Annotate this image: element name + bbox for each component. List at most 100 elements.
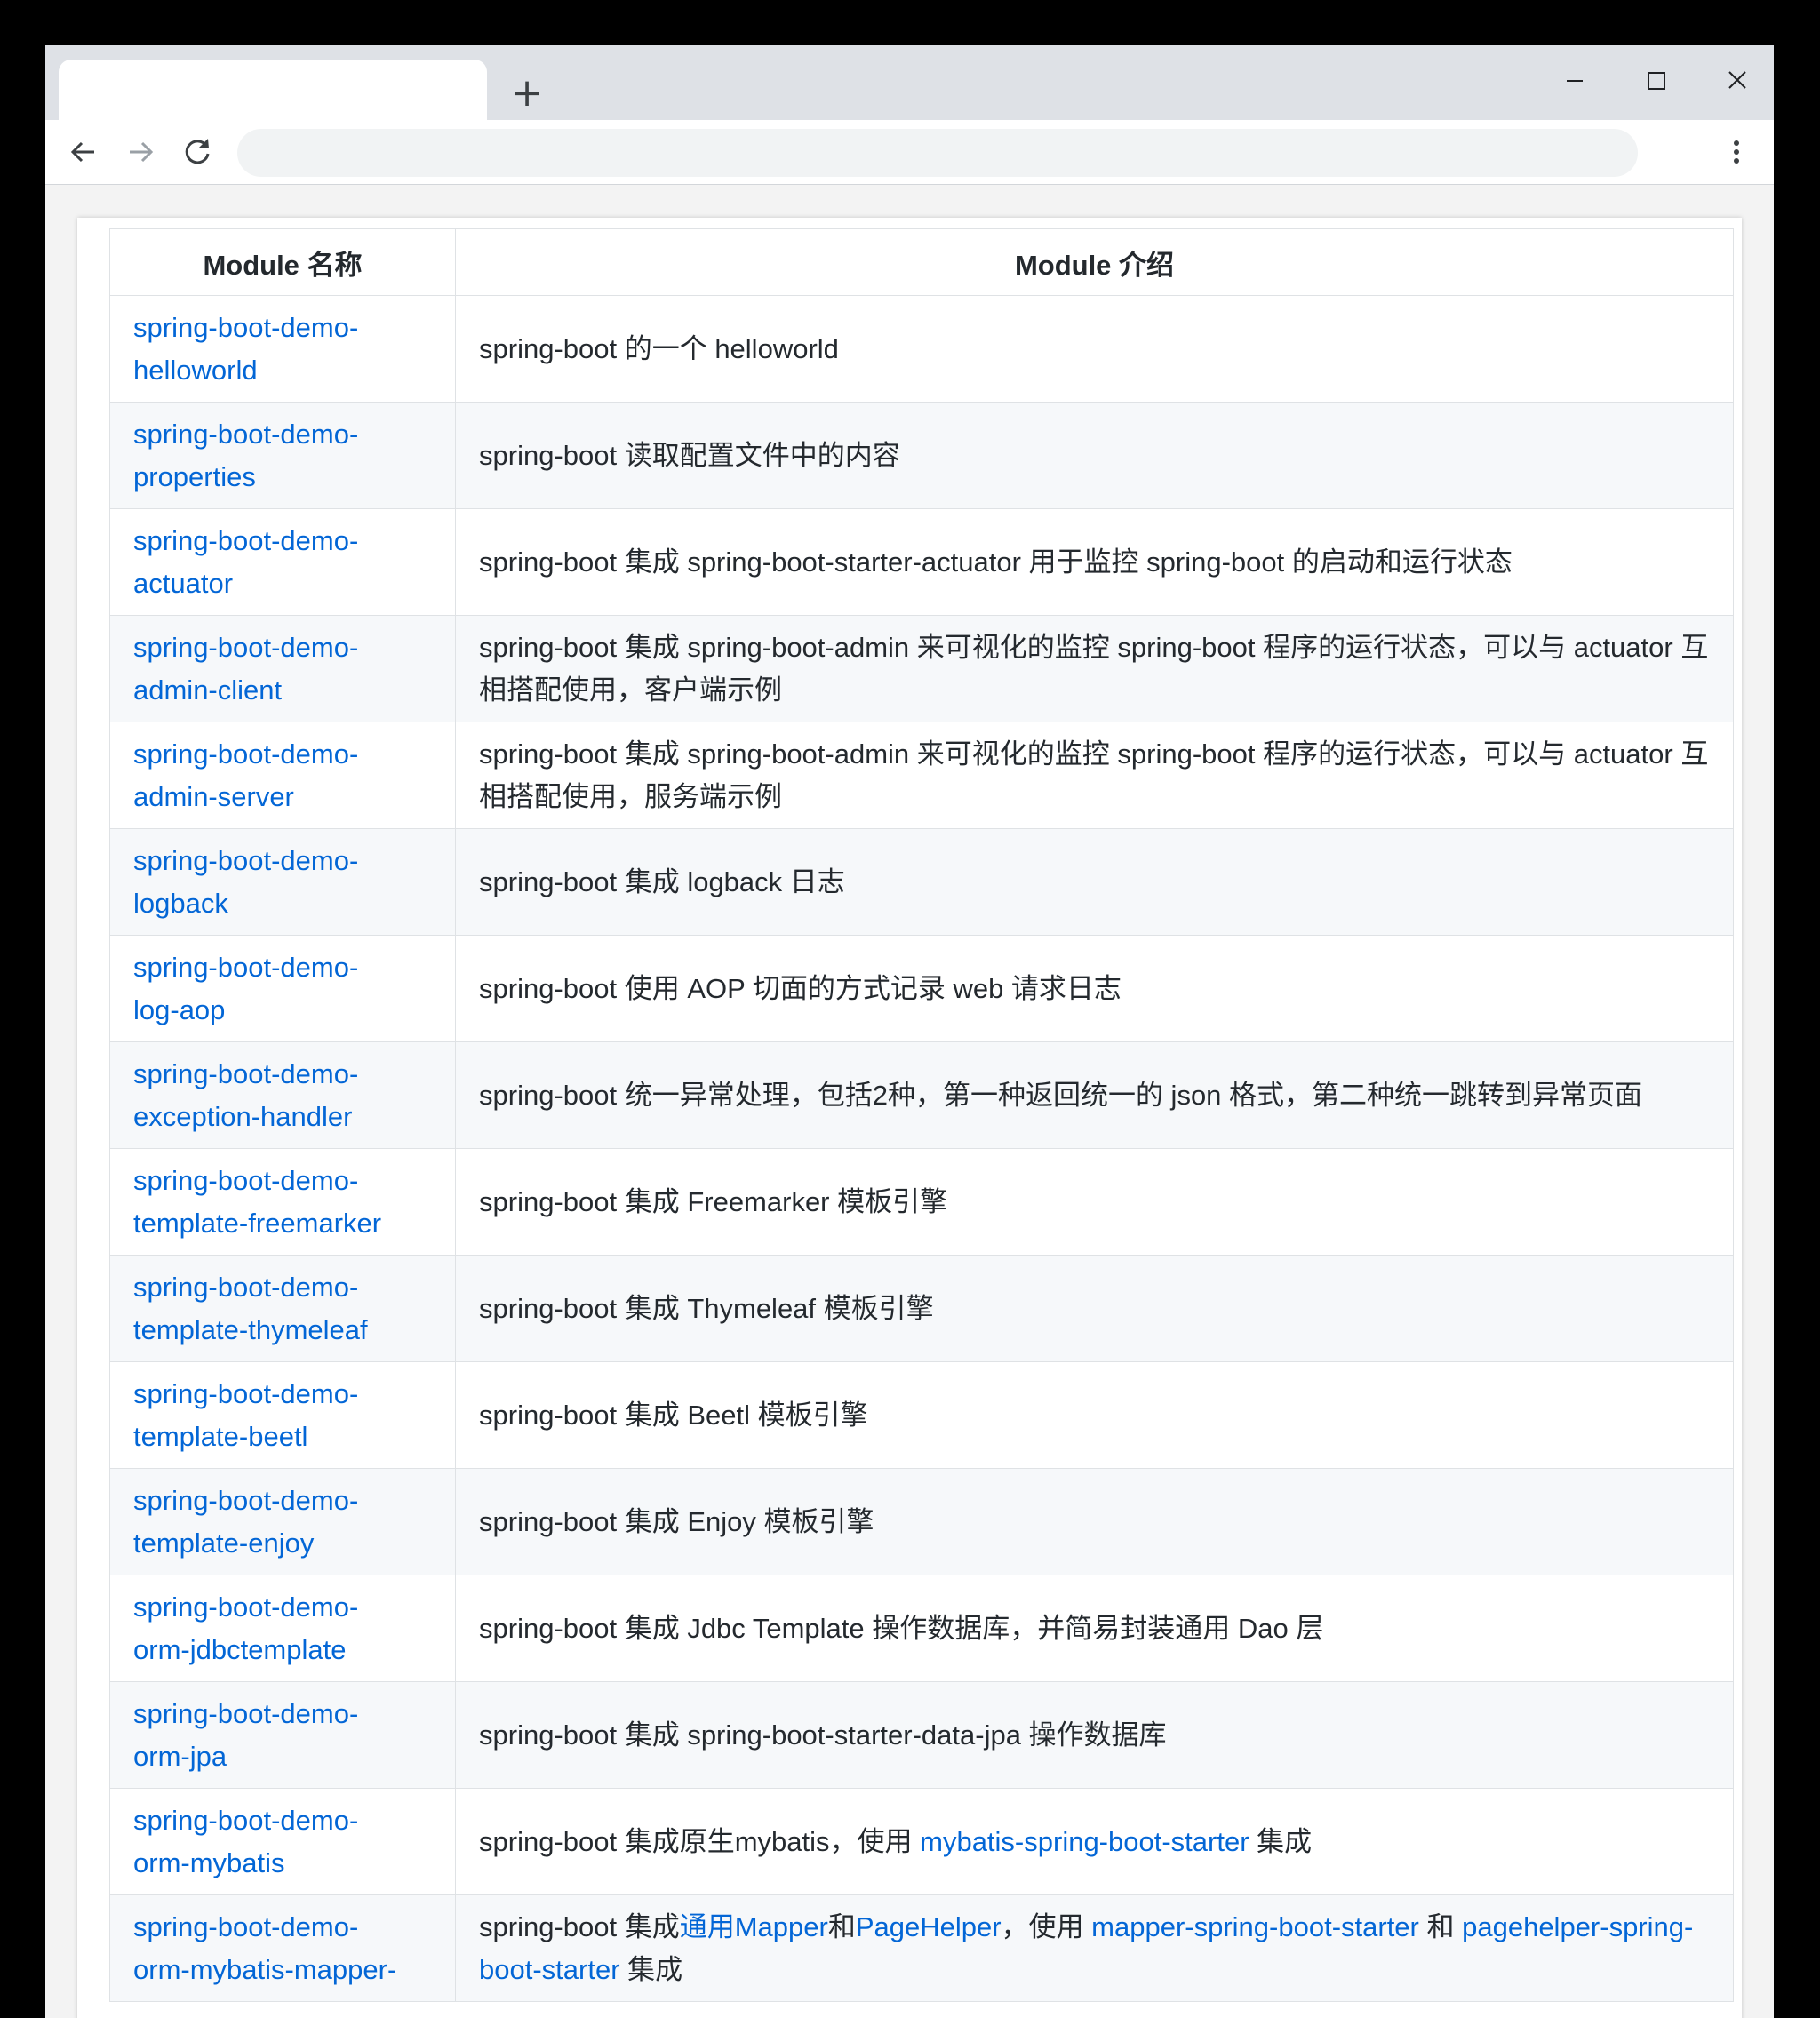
header-module-desc: Module 介绍 <box>455 228 1734 296</box>
desc-text: spring-boot 集成 spring-boot-admin 来可视化的监控… <box>479 738 1709 812</box>
module-link[interactable]: spring-boot-demo-template-enjoy <box>133 1485 358 1559</box>
module-link[interactable]: spring-boot-demo-admin-server <box>133 738 358 812</box>
module-desc-cell: spring-boot 的一个 helloworld <box>455 295 1734 403</box>
reload-icon <box>185 139 210 164</box>
browser-window: + Module 名称 Module 介绍 spring-boot-demo- … <box>45 45 1774 2018</box>
module-desc-cell: spring-boot 集成 spring-boot-starter-data-… <box>455 1681 1734 1789</box>
desc-text: spring-boot 集成 spring-boot-admin 来可视化的监控… <box>479 631 1709 706</box>
page-viewport: Module 名称 Module 介绍 spring-boot-demo-hel… <box>45 185 1774 2018</box>
module-link[interactable]: spring-boot-demo-admin-client <box>133 632 358 706</box>
module-name-cell: spring-boot-demo-orm-jdbctemplate <box>109 1575 456 1682</box>
back-button[interactable] <box>62 131 105 173</box>
module-link[interactable]: spring-boot-demo-orm-mybatis-mapper- <box>133 1911 396 1985</box>
desc-text: spring-boot 集成 Thymeleaf 模板引擎 <box>479 1292 934 1324</box>
kebab-menu-icon <box>1734 140 1739 164</box>
minimize-button[interactable] <box>1547 61 1600 100</box>
desc-text: spring-boot 集成 logback 日志 <box>479 865 845 897</box>
menu-button[interactable] <box>1715 131 1758 173</box>
maximize-icon <box>1648 72 1665 90</box>
module-link[interactable]: spring-boot-demo-logback <box>133 845 358 919</box>
new-tab-button[interactable]: + <box>504 70 550 116</box>
desc-text: spring-boot 集成 <box>479 1910 680 1942</box>
module-table: Module 名称 Module 介绍 spring-boot-demo-hel… <box>109 228 1734 2002</box>
maximize-button[interactable] <box>1629 61 1682 100</box>
module-desc-cell: spring-boot 集成 spring-boot-starter-actua… <box>455 508 1734 616</box>
module-name-cell: spring-boot-demo-template-enjoy <box>109 1468 456 1575</box>
table-row: spring-boot-demo-helloworld spring-boot 的… <box>109 295 1734 403</box>
module-link-line1: spring-boot-demo- <box>133 631 359 663</box>
module-link[interactable]: spring-boot-demo-exception-handler <box>133 1058 358 1132</box>
desc-link[interactable]: mybatis-spring-boot-starter <box>920 1826 1249 1857</box>
browser-tab[interactable] <box>59 60 487 120</box>
module-link[interactable]: spring-boot-demo-orm-jpa <box>133 1698 358 1772</box>
module-desc-cell: spring-boot 集成 Jdbc Template 操作数据库，并简易封装… <box>455 1575 1734 1682</box>
forward-button[interactable] <box>119 131 162 173</box>
module-link-line1: spring-boot-demo- <box>133 951 359 983</box>
module-link-line2: template-freemarker <box>133 1207 382 1239</box>
minimize-icon <box>1567 80 1583 82</box>
module-link[interactable]: spring-boot-demo-orm-mybatis <box>133 1805 358 1878</box>
module-link[interactable]: spring-boot-demo-actuator <box>133 525 358 599</box>
address-bar[interactable] <box>237 129 1638 177</box>
module-link[interactable]: spring-boot-demo-template-beetl <box>133 1378 358 1452</box>
tab-strip: + <box>45 45 1774 120</box>
module-link-line1: spring-boot-demo- <box>133 1271 359 1303</box>
module-desc-cell: spring-boot 集成 Beetl 模板引擎 <box>455 1361 1734 1469</box>
module-link-line2: template-beetl <box>133 1420 308 1452</box>
module-name-cell: spring-boot-demo-helloworld <box>109 295 456 403</box>
module-link[interactable]: spring-boot-demo-orm-jdbctemplate <box>133 1591 358 1665</box>
module-link-line2: orm-jdbctemplate <box>133 1633 347 1665</box>
desc-text: ，使用 <box>1001 1910 1092 1942</box>
module-desc-cell: spring-boot 集成通用Mapper 和 PageHelper，使用 map… <box>455 1894 1734 2002</box>
desc-text: spring-boot 使用 AOP 切面的方式记录 web 请求日志 <box>479 972 1122 1004</box>
module-link-line2: actuator <box>133 567 234 599</box>
desc-text: spring-boot 集成 Freemarker 模板引擎 <box>479 1185 948 1217</box>
desc-text: spring-boot 集成 Beetl 模板引擎 <box>479 1399 868 1431</box>
desc-text: spring-boot 集成原生mybatis，使用 <box>479 1825 921 1857</box>
browser-toolbar <box>45 120 1774 185</box>
table-row: spring-boot-demo-admin-server spring-boot… <box>109 722 1734 829</box>
module-name-cell: spring-boot-demo-exception-handler <box>109 1041 456 1149</box>
table-row: spring-boot-demo-log-aop spring-boot 使用 A… <box>109 935 1734 1042</box>
desc-text: spring-boot 统一异常处理，包括2种，第一种返回统一的 json 格式… <box>479 1079 1643 1111</box>
close-icon <box>1728 71 1746 89</box>
module-link[interactable]: spring-boot-demo-helloworld <box>133 312 358 386</box>
desc-text: 和 <box>1418 1910 1463 1942</box>
desc-text: 集成 <box>619 1953 683 1985</box>
table-row: spring-boot-demo-orm-mybatis-mapper-spri… <box>109 1894 1734 2002</box>
module-link-line1: spring-boot-demo- <box>133 1164 359 1196</box>
module-link[interactable]: spring-boot-demo-template-thymeleaf <box>133 1272 368 1345</box>
desc-link[interactable]: 通用Mapper <box>680 1911 828 1942</box>
close-window-button[interactable] <box>1711 61 1764 100</box>
desc-link[interactable]: PageHelper <box>856 1911 1002 1942</box>
module-name-cell: spring-boot-demo-logback <box>109 828 456 936</box>
module-desc-cell: spring-boot 集成 logback 日志 <box>455 828 1734 936</box>
module-link-line1: spring-boot-demo- <box>133 738 359 770</box>
module-name-cell: spring-boot-demo-template-freemarker <box>109 1148 456 1256</box>
module-link-line2: orm-jpa <box>133 1740 228 1772</box>
desc-link[interactable]: mapper-spring-boot-starter <box>1091 1911 1419 1942</box>
module-name-cell: spring-boot-demo-log-aop <box>109 935 456 1042</box>
module-link[interactable]: spring-boot-demo-log-aop <box>133 952 358 1025</box>
module-name-cell: spring-boot-demo-actuator <box>109 508 456 616</box>
module-link-line1: spring-boot-demo- <box>133 1804 359 1836</box>
reload-button[interactable] <box>176 131 219 173</box>
table-row: spring-boot-demo-template-beetl spring-bo… <box>109 1361 1734 1469</box>
module-link-line1: spring-boot-demo- <box>133 1697 359 1729</box>
readme-card: Module 名称 Module 介绍 spring-boot-demo-hel… <box>77 218 1742 2018</box>
module-link-line2: orm-mybatis <box>133 1847 285 1878</box>
module-name-cell: spring-boot-demo-admin-client <box>109 615 456 722</box>
desc-text: spring-boot 集成 Jdbc Template 操作数据库，并简易封装… <box>479 1612 1324 1644</box>
module-name-cell: spring-boot-demo-template-beetl <box>109 1361 456 1469</box>
table-row: spring-boot-demo-template-enjoy spring-bo… <box>109 1468 1734 1575</box>
module-link-line2: exception-handler <box>133 1100 353 1132</box>
module-link-line1: spring-boot-demo- <box>133 1484 359 1516</box>
module-link[interactable]: spring-boot-demo-template-freemarker <box>133 1165 381 1239</box>
module-name-cell: spring-boot-demo-orm-mybatis-mapper- <box>109 1894 456 2002</box>
table-row: spring-boot-demo-template-freemarker spri… <box>109 1148 1734 1256</box>
module-link-line1: spring-boot-demo- <box>133 418 359 450</box>
module-link[interactable]: spring-boot-demo-properties <box>133 419 358 492</box>
desc-text: spring-boot 集成 spring-boot-starter-data-… <box>479 1719 1167 1751</box>
module-desc-cell: spring-boot 集成原生mybatis，使用 mybatis-sprin… <box>455 1788 1734 1895</box>
module-desc-cell: spring-boot 统一异常处理，包括2种，第一种返回统一的 json 格式… <box>455 1041 1734 1149</box>
